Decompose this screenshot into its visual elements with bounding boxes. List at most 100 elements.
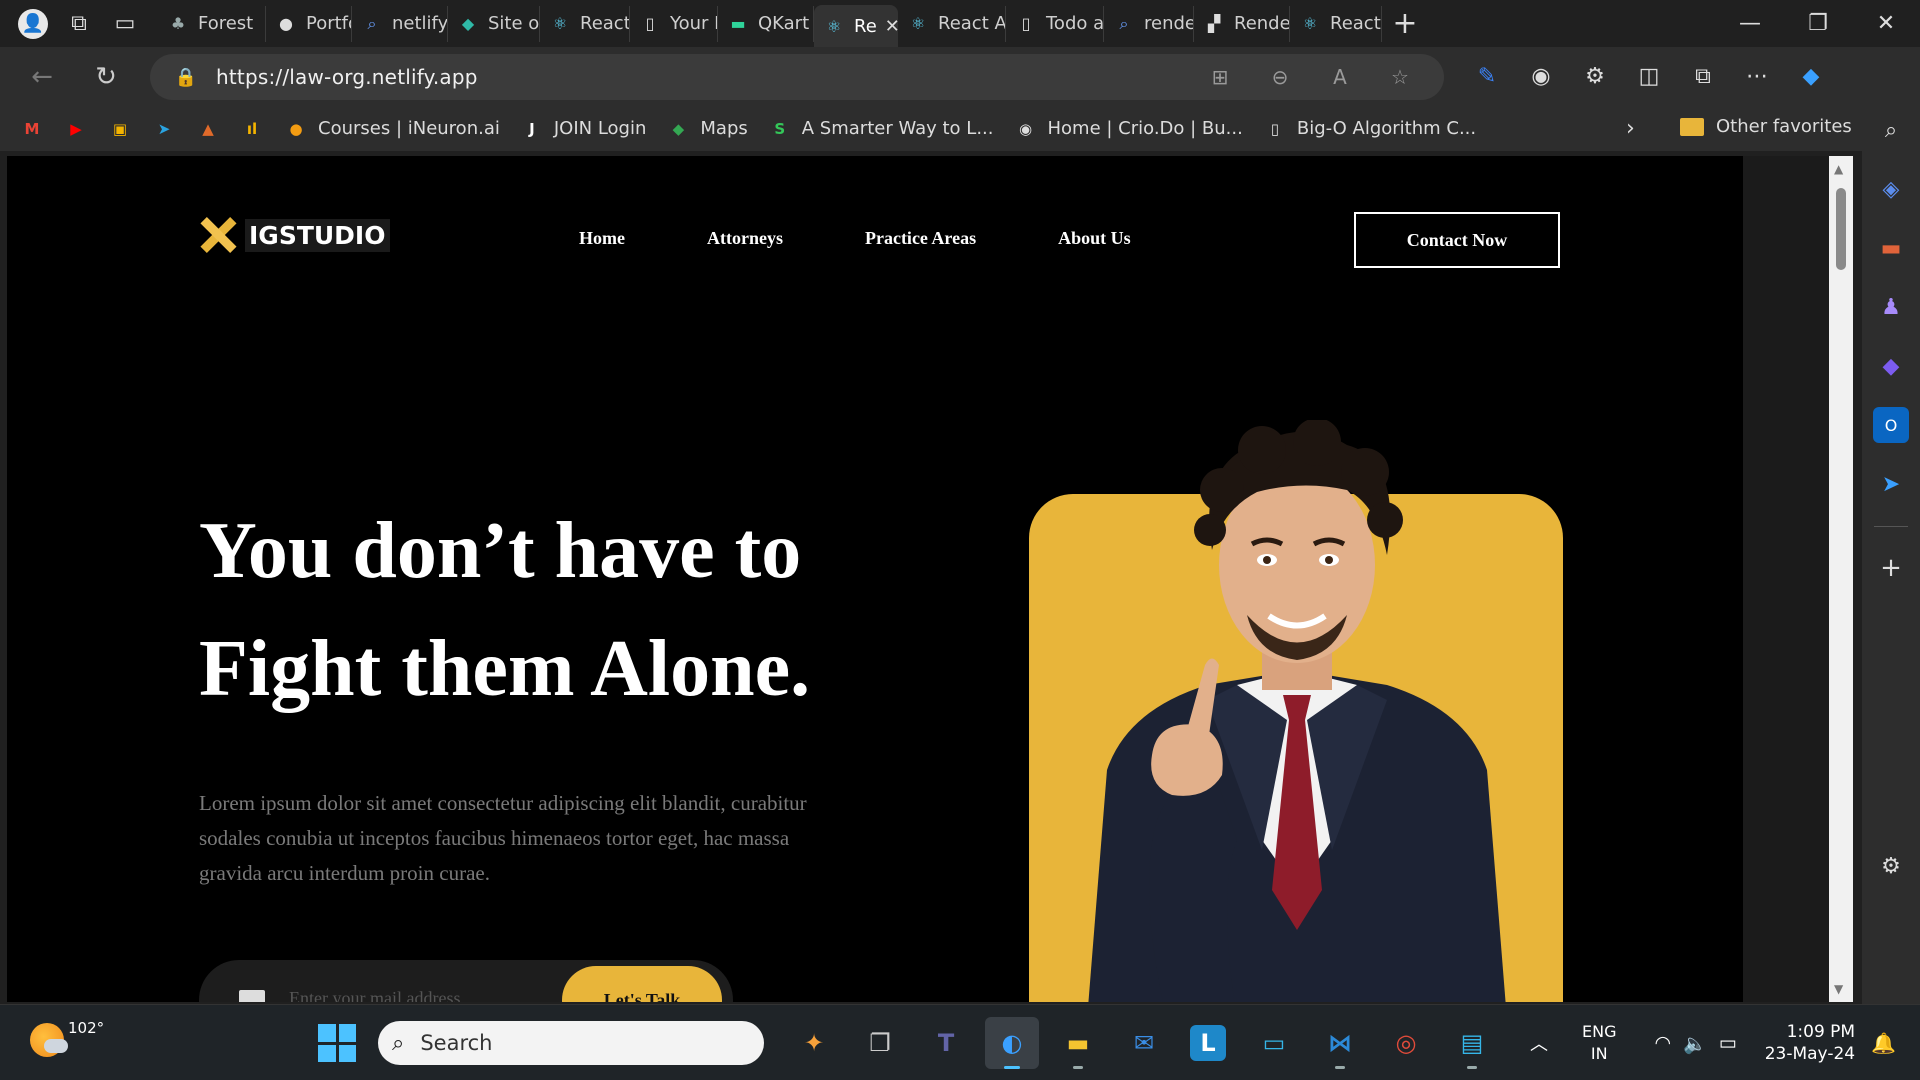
- address-bar[interactable]: 🔒 https://law-org.netlify.app ⊞ ⊖ A ☆: [150, 54, 1444, 100]
- nav-link-practice-areas[interactable]: Practice Areas: [865, 228, 976, 249]
- task-view-icon[interactable]: ❐: [853, 1017, 907, 1069]
- browser-tab[interactable]: ▯ Your N: [630, 5, 718, 42]
- site-logo[interactable]: IGSTUDIO: [199, 216, 390, 254]
- logo-x-icon: [199, 216, 237, 254]
- bookmark-label: A Smarter Way to L...: [801, 118, 994, 139]
- browser-tab[interactable]: ⚛ React A: [1290, 5, 1382, 42]
- browser-tab[interactable]: ▞ Render: [1194, 5, 1290, 42]
- bookmark-item[interactable]: ıl: [240, 118, 264, 140]
- copilot-sidebar-icon[interactable]: ◆: [1873, 348, 1909, 384]
- browser-tab[interactable]: ▯ Todo a: [1006, 5, 1104, 42]
- close-window-button[interactable]: ✕: [1852, 0, 1920, 47]
- extensions-icon[interactable]: ⚙: [1568, 64, 1622, 89]
- browser-tab[interactable]: ⚛ React A: [898, 5, 1006, 42]
- refresh-button[interactable]: ↻: [84, 55, 128, 99]
- bookmark-item[interactable]: M: [20, 118, 44, 140]
- favorite-star-icon[interactable]: ☆: [1370, 65, 1430, 89]
- bookmark-item[interactable]: ● Courses | iNeuron.ai: [284, 118, 499, 140]
- restore-button[interactable]: ❐: [1784, 0, 1852, 47]
- nav-link-attorneys[interactable]: Attorneys: [707, 228, 783, 249]
- browser-tab[interactable]: ♣ Forest: [158, 5, 266, 42]
- wifi-icon[interactable]: ◠: [1654, 1032, 1671, 1054]
- lock-icon[interactable]: 🔒: [166, 67, 206, 88]
- bookmark-item[interactable]: ▶: [64, 118, 88, 140]
- bookmark-item[interactable]: ◆ Maps: [666, 118, 748, 140]
- minimize-button[interactable]: —: [1716, 0, 1784, 47]
- bookmarks-overflow-chevron-icon[interactable]: ›: [1626, 116, 1635, 141]
- weather-widget[interactable]: 102°: [30, 1019, 104, 1057]
- page-scrollbar[interactable]: ▲ ▼: [1829, 156, 1853, 1002]
- hero-paragraph: Lorem ipsum dolor sit amet consectetur a…: [199, 791, 807, 885]
- lets-talk-button[interactable]: Let's Talk: [562, 966, 722, 1002]
- teams-icon[interactable]: T: [919, 1017, 973, 1069]
- bookmark-item[interactable]: ▲: [196, 118, 220, 140]
- scroll-down-arrow-icon[interactable]: ▼: [1834, 982, 1843, 996]
- bookmark-item[interactable]: J JOIN Login: [520, 118, 646, 140]
- bookmark-item[interactable]: S A Smarter Way to L...: [768, 118, 994, 140]
- browser-tab[interactable]: ⚛ React A: [540, 5, 630, 42]
- bookmark-item[interactable]: ◉ Home | Crio.Do | Bu...: [1013, 118, 1243, 140]
- more-menu-icon[interactable]: ⋯: [1730, 64, 1784, 89]
- other-favorites-folder[interactable]: Other favorites: [1680, 116, 1852, 137]
- nav-link-home[interactable]: Home: [579, 228, 625, 249]
- sidebar-settings-gear-icon[interactable]: ⚙: [1873, 848, 1909, 884]
- volume-muted-icon[interactable]: 🔈: [1683, 1032, 1707, 1055]
- edge-browser-icon[interactable]: ◐: [985, 1017, 1039, 1069]
- browser-tab[interactable]: ⚛ Re ✕: [814, 5, 898, 47]
- collections-icon[interactable]: ⧉: [1676, 64, 1730, 89]
- notification-bell-icon[interactable]: 🔔: [1871, 1031, 1896, 1055]
- read-aloud-icon[interactable]: A: [1310, 65, 1370, 89]
- page-icon: ▯: [645, 14, 655, 33]
- url-text[interactable]: https://law-org.netlify.app: [216, 65, 478, 89]
- zoom-icon[interactable]: ⊖: [1250, 65, 1310, 89]
- browser-tab[interactable]: ⌕ render: [1104, 5, 1194, 42]
- taskbar-search-box[interactable]: ⌕ Search: [378, 1021, 764, 1065]
- profile-button[interactable]: 👤: [10, 5, 56, 43]
- l-app-icon[interactable]: L: [1190, 1025, 1226, 1061]
- bookmark-item[interactable]: ▣: [108, 118, 132, 140]
- copilot-icon[interactable]: ◆: [1784, 64, 1838, 89]
- bookmark-item[interactable]: ➤: [152, 118, 176, 140]
- tab-actions-button[interactable]: ▭: [102, 5, 148, 43]
- mail-app-icon[interactable]: ✉: [1117, 1017, 1171, 1069]
- tools-briefcase-icon[interactable]: ▬: [1873, 230, 1909, 266]
- clock[interactable]: 1:09 PM 23-May-24: [1765, 1021, 1855, 1065]
- copilot-taskbar-icon[interactable]: ✦: [787, 1017, 841, 1069]
- bookmark-item[interactable]: ▯ Big-O Algorithm C...: [1263, 118, 1476, 140]
- clock-time: 1:09 PM: [1786, 1022, 1856, 1042]
- show-hidden-icons-chevron-icon[interactable]: ︿: [1530, 1030, 1548, 1056]
- vscode-icon[interactable]: ⋈: [1313, 1017, 1367, 1069]
- browser-tab[interactable]: ⌕ netlify: [352, 5, 448, 42]
- language-indicator[interactable]: ENG IN: [1582, 1021, 1616, 1065]
- tab-label: netlify: [392, 13, 448, 34]
- shopping-tag-icon[interactable]: ◈: [1873, 171, 1909, 207]
- browser-tab[interactable]: ● Portfoli: [266, 5, 352, 42]
- remote-desktop-icon[interactable]: ▭: [1247, 1017, 1301, 1069]
- apps-icon[interactable]: ⊞: [1190, 65, 1250, 89]
- nav-link-about-us[interactable]: About Us: [1058, 228, 1131, 249]
- extension-circle-icon[interactable]: ◉: [1514, 64, 1568, 89]
- email-input[interactable]: Enter your mail address: [289, 988, 460, 1002]
- browser-tab[interactable]: ◆ Site ov: [448, 5, 540, 42]
- scroll-up-arrow-icon[interactable]: ▲: [1834, 162, 1843, 176]
- workspaces-button[interactable]: ⧉: [56, 5, 102, 43]
- react-icon: ⚛: [552, 14, 568, 33]
- scrollbar-thumb[interactable]: [1836, 188, 1846, 270]
- send-icon[interactable]: ➤: [1873, 466, 1909, 502]
- battery-icon[interactable]: ▭: [1719, 1032, 1737, 1054]
- add-sidebar-app-icon[interactable]: +: [1873, 550, 1909, 586]
- split-screen-icon[interactable]: ◫: [1622, 64, 1676, 89]
- new-tab-button[interactable]: +: [1382, 6, 1428, 41]
- pen-extension-icon[interactable]: ✎: [1460, 64, 1514, 89]
- notepad-icon[interactable]: ▤: [1445, 1017, 1499, 1069]
- start-button[interactable]: [318, 1024, 356, 1062]
- games-icon[interactable]: ♟: [1873, 289, 1909, 325]
- browser-tab[interactable]: ▬ QKart: [718, 5, 814, 42]
- file-explorer-icon[interactable]: ▬: [1051, 1017, 1105, 1069]
- outlook-icon[interactable]: O: [1873, 407, 1909, 443]
- close-tab-icon[interactable]: ✕: [885, 16, 898, 37]
- contact-now-button[interactable]: Contact Now: [1354, 212, 1560, 268]
- chrome-icon[interactable]: ◎: [1379, 1017, 1433, 1069]
- back-button[interactable]: ←: [20, 55, 64, 99]
- sidebar-search-icon[interactable]: ⌕: [1873, 112, 1909, 148]
